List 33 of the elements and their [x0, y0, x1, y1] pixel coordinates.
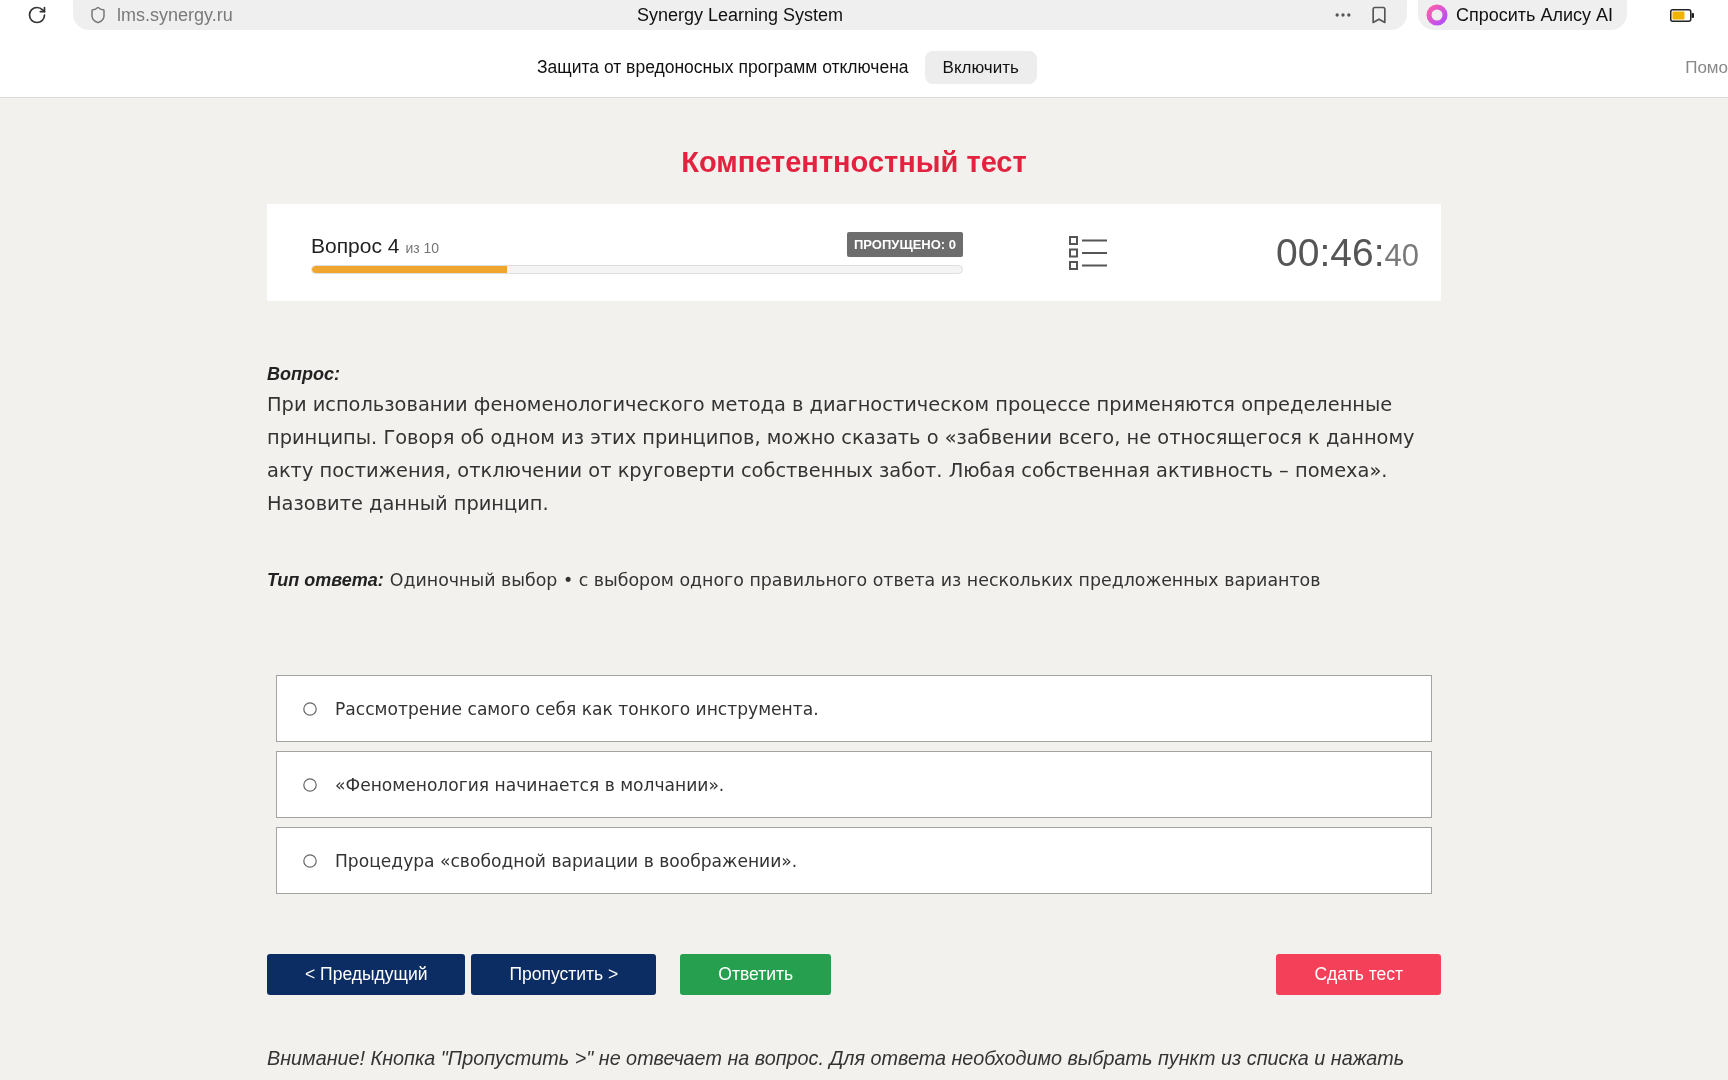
- bookmark-icon[interactable]: [1369, 5, 1389, 25]
- ring-icon: [1426, 4, 1448, 26]
- answer-type-label: Тип ответа:: [267, 569, 384, 592]
- question-total: из 10: [405, 239, 440, 256]
- shield-icon[interactable]: [89, 6, 107, 24]
- answer-option[interactable]: Рассмотрение самого себя как тонкого инструмента.: [276, 675, 1432, 742]
- reload-icon[interactable]: [26, 5, 47, 25]
- url-text: lms.synergy.ru: [117, 4, 233, 26]
- battery-icon: [1670, 8, 1694, 22]
- answer-option[interactable]: Процедура «свободной вариации в воображении».: [276, 827, 1432, 894]
- question-heading: Вопрос:: [267, 364, 340, 384]
- answer-type-text: Одиночный выбор • с выбором одного правильного ответа из нескольких предложенных вариантов: [389, 569, 1321, 592]
- nav-button[interactable]: < Предыдущий: [267, 954, 466, 995]
- submit-test-button[interactable]: Сдать тест: [1276, 954, 1441, 995]
- timer-text: 00:46:: [1276, 229, 1385, 276]
- page-title-text: Synergy Learning System: [636, 4, 844, 26]
- skipped-count: ПРОПУЩЕНО: 0: [847, 231, 963, 257]
- test-title: Компетентностный тест: [681, 146, 1027, 178]
- edge-text[interactable]: Помо: [1685, 57, 1728, 78]
- enable-button[interactable]: Включить: [924, 51, 1037, 84]
- address-bar[interactable]: lms.synergy.ru Synergy Learning System: [73, 0, 1407, 30]
- radio-icon[interactable]: [303, 777, 317, 792]
- assistant-button[interactable]: Спросить Алису AI: [1418, 0, 1628, 30]
- notice-text: Защита от вредоносных программ отключена: [537, 57, 909, 78]
- nav-button[interactable]: Пропустить >: [471, 954, 657, 995]
- radio-icon[interactable]: [303, 853, 317, 868]
- radio-icon[interactable]: [303, 701, 317, 716]
- list-icon[interactable]: [1069, 235, 1108, 270]
- question-counter: Вопрос 4: [311, 232, 400, 259]
- question-text: При использовании феноменологического метода в диагностическом процессе применяются определенные принципы. Говоря об одном из этих принципов, можно сказать о «забвении всего, не относящегося к данному акту постижения, отключении от круговерти собственных забот. Любая собственная активность – помеха». Назовите данный принцип.: [267, 392, 1416, 517]
- answer-option[interactable]: «Феноменология начинается в молчании».: [276, 751, 1432, 818]
- timer-seconds: 40: [1384, 237, 1419, 274]
- warning-text: Внимание! Кнопка "Пропустить >" не отвечает на вопрос. Для ответа необходимо выбрать пункт из списка и нажать: [267, 1046, 1406, 1070]
